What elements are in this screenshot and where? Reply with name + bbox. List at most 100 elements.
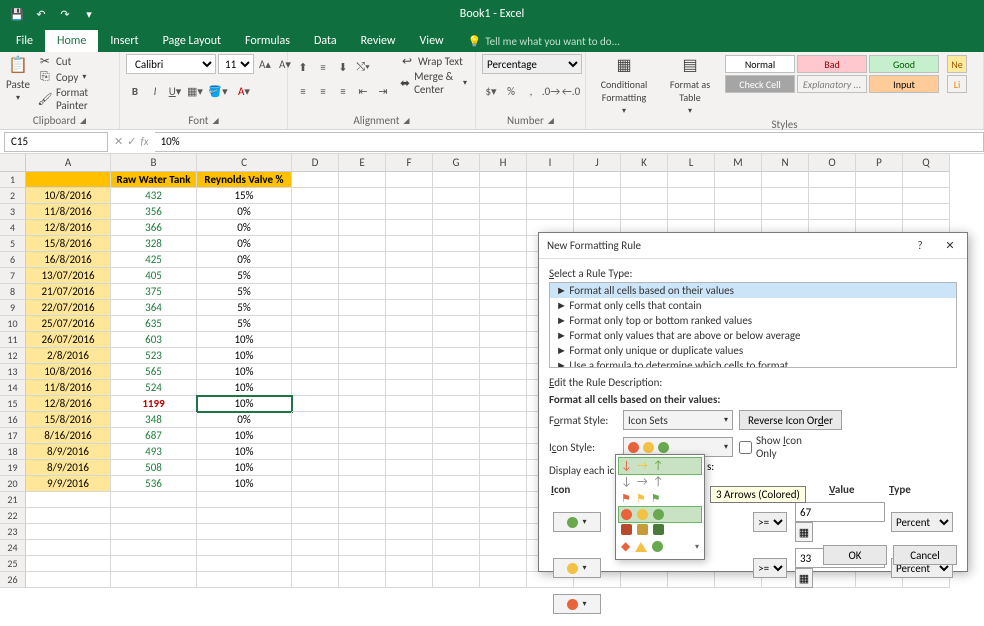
cell[interactable] (386, 380, 433, 396)
cell[interactable] (433, 284, 480, 300)
tab-insert[interactable]: Insert (98, 30, 150, 52)
cell[interactable] (386, 492, 433, 508)
cell-tank[interactable]: 405 (111, 268, 197, 284)
name-box[interactable]: C15 (4, 132, 108, 152)
cell[interactable] (339, 316, 386, 332)
range-picker-2[interactable]: ▦ (795, 568, 813, 588)
cell[interactable] (386, 220, 433, 236)
cell[interactable] (111, 508, 197, 524)
cell-tank[interactable]: 603 (111, 332, 197, 348)
cell[interactable] (339, 252, 386, 268)
bold-button[interactable]: B (126, 82, 144, 100)
select-all-corner[interactable] (0, 154, 26, 172)
column-header-J[interactable]: J (574, 154, 621, 172)
cell[interactable] (292, 300, 339, 316)
cell[interactable] (386, 284, 433, 300)
rule-type-item[interactable]: ► Format only cells that contain (550, 298, 956, 313)
cell[interactable] (480, 348, 527, 364)
cell-valve[interactable]: 5% (197, 268, 292, 284)
cell[interactable] (292, 172, 339, 188)
cell[interactable] (527, 172, 574, 188)
dialog-launcher-icon[interactable]: ◢ (548, 116, 554, 126)
cell[interactable] (26, 508, 111, 524)
row-header[interactable]: 23 (0, 524, 26, 540)
reverse-order-button[interactable]: Reverse Icon Order (739, 410, 842, 430)
indent-decrease-button[interactable]: ⇤ (354, 82, 372, 100)
cell[interactable] (433, 524, 480, 540)
icon-slot-3[interactable]: ▾ (553, 594, 601, 614)
cell-date[interactable]: 21/07/2016 (26, 284, 111, 300)
style-neutral[interactable]: Ne (947, 55, 967, 73)
cell-date[interactable]: 11/8/2016 (26, 204, 111, 220)
cell-valve[interactable]: 0% (197, 204, 292, 220)
cell[interactable] (339, 476, 386, 492)
cell-tank[interactable]: 493 (111, 444, 197, 460)
cell-date[interactable]: 16/8/2016 (26, 252, 111, 268)
cell[interactable] (480, 188, 527, 204)
cell[interactable] (339, 508, 386, 524)
cell[interactable] (433, 364, 480, 380)
conditional-formatting-button[interactable]: ▦ Conditional Formatting ▾ (592, 54, 656, 116)
cell[interactable] (386, 572, 433, 588)
cell[interactable] (433, 556, 480, 572)
cell[interactable] (292, 572, 339, 588)
cell-tank[interactable]: 348 (111, 412, 197, 428)
cell[interactable] (339, 396, 386, 412)
cell-date[interactable]: 15/8/2016 (26, 412, 111, 428)
cell-tank[interactable]: 565 (111, 364, 197, 380)
cell[interactable] (480, 476, 527, 492)
qat-customize-icon[interactable]: ▾ (78, 3, 100, 25)
style-linked[interactable]: Li (947, 75, 967, 93)
column-header-M[interactable]: M (715, 154, 762, 172)
cell[interactable] (292, 348, 339, 364)
increase-decimal-button[interactable]: .0→ (542, 82, 560, 100)
save-icon[interactable]: 💾 (6, 3, 28, 25)
iconset-3arrows-gray[interactable]: ↓ → ↑ (619, 474, 701, 490)
cell[interactable] (386, 316, 433, 332)
cell[interactable] (339, 300, 386, 316)
cell[interactable] (292, 220, 339, 236)
cell[interactable] (574, 172, 621, 188)
cell-tank[interactable]: 432 (111, 188, 197, 204)
cell[interactable] (386, 412, 433, 428)
tab-formulas[interactable]: Formulas (233, 30, 302, 52)
cell[interactable] (762, 204, 809, 220)
cell[interactable] (386, 236, 433, 252)
cell[interactable] (339, 492, 386, 508)
cell-valve[interactable]: 5% (197, 300, 292, 316)
align-top-button[interactable]: ⬆ (294, 58, 312, 76)
cell[interactable] (480, 380, 527, 396)
header-cell-A[interactable] (26, 172, 111, 188)
cell[interactable] (292, 444, 339, 460)
cell[interactable] (339, 284, 386, 300)
cell[interactable] (433, 188, 480, 204)
number-format-select[interactable]: Percentage (482, 54, 582, 74)
column-header-C[interactable]: C (197, 154, 292, 172)
cell[interactable] (433, 236, 480, 252)
cell[interactable] (292, 268, 339, 284)
rule-type-item[interactable]: ► Format only top or bottom ranked value… (550, 313, 956, 328)
italic-button[interactable]: I (146, 82, 164, 100)
cell[interactable] (292, 524, 339, 540)
cell[interactable] (197, 508, 292, 524)
cell[interactable] (339, 332, 386, 348)
cell[interactable] (339, 444, 386, 460)
tab-pagelayout[interactable]: Page Layout (151, 30, 233, 52)
cell[interactable] (480, 556, 527, 572)
op-select-1[interactable]: >= (753, 512, 787, 532)
rule-type-item[interactable]: ► Use a formula to determine which cells… (550, 358, 956, 368)
cell[interactable] (292, 316, 339, 332)
column-header-G[interactable]: G (433, 154, 480, 172)
cell[interactable] (292, 492, 339, 508)
cell[interactable] (386, 476, 433, 492)
cell[interactable] (480, 220, 527, 236)
cell[interactable] (762, 172, 809, 188)
row-header[interactable]: 14 (0, 380, 26, 396)
cell[interactable] (527, 188, 574, 204)
cell[interactable] (386, 172, 433, 188)
cell-date[interactable]: 12/8/2016 (26, 220, 111, 236)
cell[interactable] (480, 396, 527, 412)
show-icon-only-checkbox[interactable]: Show Icon Only (739, 434, 807, 460)
cell[interactable] (292, 252, 339, 268)
cell[interactable] (197, 540, 292, 556)
